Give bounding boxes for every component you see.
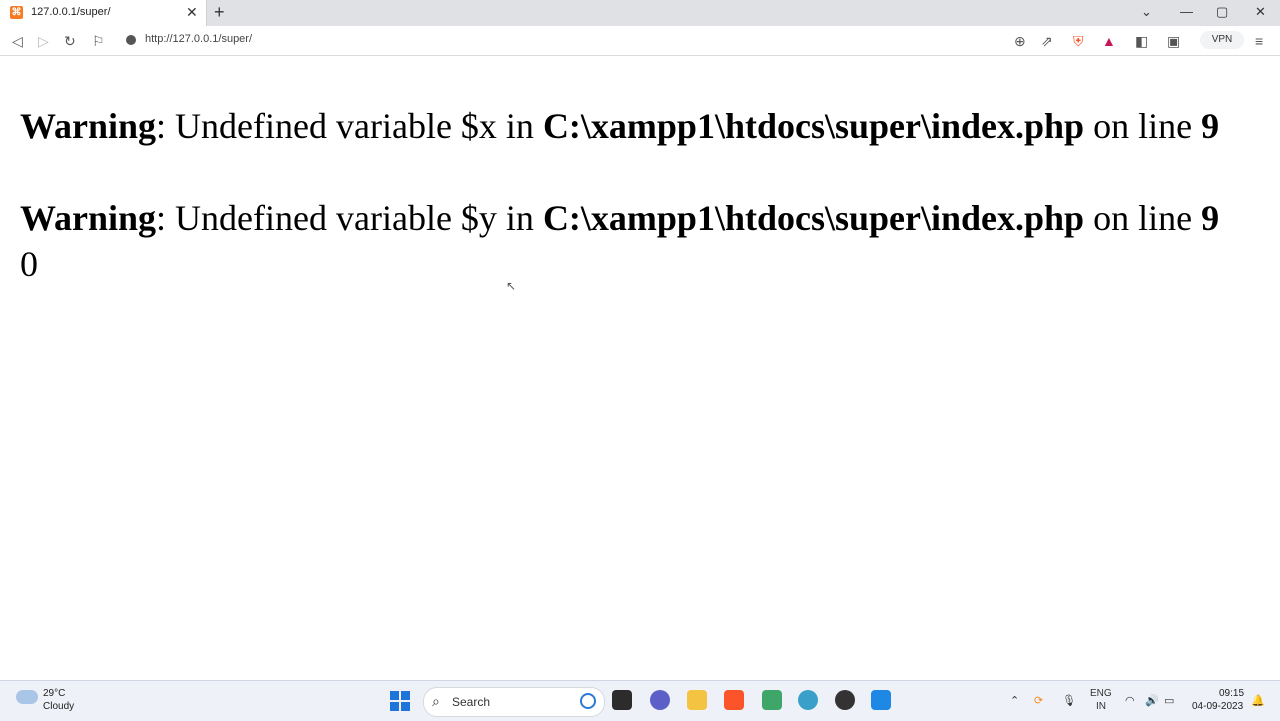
on-line-text: on line — [1084, 106, 1202, 146]
mouse-cursor-icon: ↖ — [506, 279, 517, 293]
notepad-icon[interactable] — [762, 690, 782, 710]
sidebar-icon[interactable]: ◧ — [1135, 33, 1148, 49]
warning-text: : Undefined variable $y in — [156, 198, 543, 238]
xampp-favicon-icon: ⌘ — [10, 6, 23, 19]
tab-title: 127.0.0.1/super/ — [31, 6, 111, 18]
vpn-label: VPN — [1211, 34, 1233, 45]
zoom-icon[interactable]: ⊕ — [1014, 33, 1026, 49]
warning-label: Warning — [20, 106, 157, 146]
vpn-button[interactable]: VPN — [1200, 31, 1244, 49]
minimize-icon[interactable]: — — [1180, 4, 1193, 20]
weather-description[interactable]: Cloudy — [43, 701, 74, 712]
url-text[interactable]: http://127.0.0.1/super/ — [145, 33, 252, 45]
reload-icon[interactable]: ↻ — [64, 33, 76, 49]
address-bar[interactable]: http://127.0.0.1/super/ — [116, 29, 1036, 52]
file-path: C:\xampp1\htdocs\super\index.php — [542, 106, 1085, 146]
warning-text: : Undefined variable $x in — [156, 106, 543, 146]
line-number: 9 — [1201, 106, 1220, 146]
start-button[interactable] — [390, 691, 410, 711]
bookmark-icon[interactable]: ⚐ — [92, 33, 105, 49]
warning-label: Warning — [20, 198, 157, 238]
language-bottom[interactable]: IN — [1096, 701, 1106, 712]
obs-icon[interactable] — [835, 690, 855, 710]
windows-logo-icon — [390, 691, 399, 700]
new-tab-icon[interactable]: + — [214, 2, 225, 22]
file-path: C:\xampp1\htdocs\super\index.php — [542, 198, 1085, 238]
volume-icon[interactable]: 🔊 — [1145, 694, 1159, 707]
close-window-icon[interactable]: ✕ — [1255, 4, 1266, 20]
share-icon[interactable]: ⇗ — [1041, 33, 1053, 49]
back-icon[interactable]: ◁ — [12, 33, 23, 49]
taskbar: 29°C Cloudy ⌕ Search ⌃ ⟳ 🎙 ENG IN ◠ 🔊 ▭ … — [0, 680, 1280, 721]
wifi-icon[interactable]: ◠ — [1125, 694, 1135, 707]
site-info-icon[interactable] — [126, 35, 136, 45]
battery-icon[interactable]: ▭ — [1164, 694, 1174, 707]
menu-icon[interactable]: ≡ — [1255, 33, 1263, 49]
task-view-icon[interactable] — [612, 690, 632, 710]
on-line-text: on line — [1084, 198, 1202, 238]
clock-time[interactable]: 09:15 — [1219, 688, 1244, 699]
brave-browser-icon[interactable] — [724, 690, 744, 710]
notification-icon[interactable]: 🔔 — [1251, 694, 1265, 707]
close-tab-icon[interactable]: ✕ — [186, 4, 198, 20]
tab-list-chevron-icon[interactable]: ⌄ — [1141, 4, 1152, 20]
search-icon: ⌕ — [432, 693, 440, 709]
forward-icon[interactable]: ▷ — [38, 33, 49, 49]
maximize-icon[interactable]: ▢ — [1216, 4, 1228, 20]
wallet-icon[interactable]: ▣ — [1167, 33, 1180, 49]
clock-date[interactable]: 04-09-2023 — [1192, 701, 1243, 712]
warning-message-1: Warning: Undefined variable $x in C:\xam… — [20, 103, 1270, 149]
search-label: Search — [452, 695, 491, 709]
file-explorer-icon[interactable] — [687, 690, 707, 710]
weather-temperature[interactable]: 29°C — [43, 688, 65, 699]
cloud-icon[interactable] — [16, 690, 38, 704]
browser-toolbar: ◁ ▷ ↻ ⚐ http://127.0.0.1/super/ ⊕ ⇗ ⛨ ▲ … — [0, 26, 1280, 56]
language-top[interactable]: ENG — [1090, 688, 1112, 699]
bing-icon[interactable] — [580, 693, 596, 709]
warning-message-2: Warning: Undefined variable $y in C:\xam… — [20, 195, 1270, 241]
brave-rewards-icon[interactable]: ▲ — [1102, 33, 1116, 49]
tab-bar: ⌘ 127.0.0.1/super/ ✕ + ⌄ — ▢ ✕ — [0, 0, 1280, 26]
sync-icon[interactable]: ⟳ — [1034, 694, 1043, 707]
tab-active[interactable]: ⌘ 127.0.0.1/super/ ✕ — [0, 0, 207, 26]
output-value: 0 — [20, 244, 38, 284]
network-app-icon[interactable] — [798, 690, 818, 710]
vscode-icon[interactable] — [871, 690, 891, 710]
chat-icon[interactable] — [650, 690, 670, 710]
page-content: Warning: Undefined variable $x in C:\xam… — [20, 103, 1270, 287]
microphone-icon[interactable]: 🎙 — [1062, 694, 1076, 707]
brave-shields-icon[interactable]: ⛨ — [1073, 33, 1084, 49]
line-number: 9 — [1201, 198, 1220, 238]
taskbar-search[interactable]: ⌕ Search — [423, 687, 605, 717]
chevron-up-icon[interactable]: ⌃ — [1010, 694, 1019, 707]
